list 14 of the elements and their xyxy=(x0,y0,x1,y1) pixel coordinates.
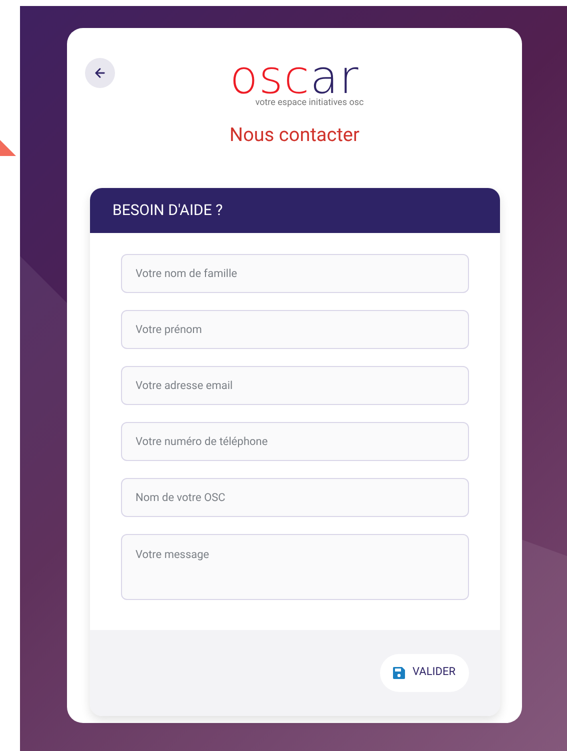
input-field[interactable]: Votre adresse email xyxy=(120,366,468,404)
submit-button[interactable]: VALIDER xyxy=(380,654,468,692)
back-button[interactable] xyxy=(85,58,115,88)
input-field[interactable]: Nom de votre OSC xyxy=(120,478,468,516)
save-icon xyxy=(392,666,405,678)
logo-tagline: votre espace initiatives osc xyxy=(255,98,364,108)
input-field[interactable]: Votre prénom xyxy=(120,310,468,348)
page-title: Nous contacter xyxy=(230,122,360,148)
back-arrow-icon xyxy=(93,66,107,80)
input-field[interactable]: Votre numéro de téléphone xyxy=(120,422,468,460)
message-field[interactable]: Votre message xyxy=(120,534,468,600)
panel-heading: BESOIN D'AIDE ? xyxy=(112,200,223,221)
input-field[interactable]: Votre nom de famille xyxy=(120,254,468,292)
logo: oscar xyxy=(230,58,360,96)
